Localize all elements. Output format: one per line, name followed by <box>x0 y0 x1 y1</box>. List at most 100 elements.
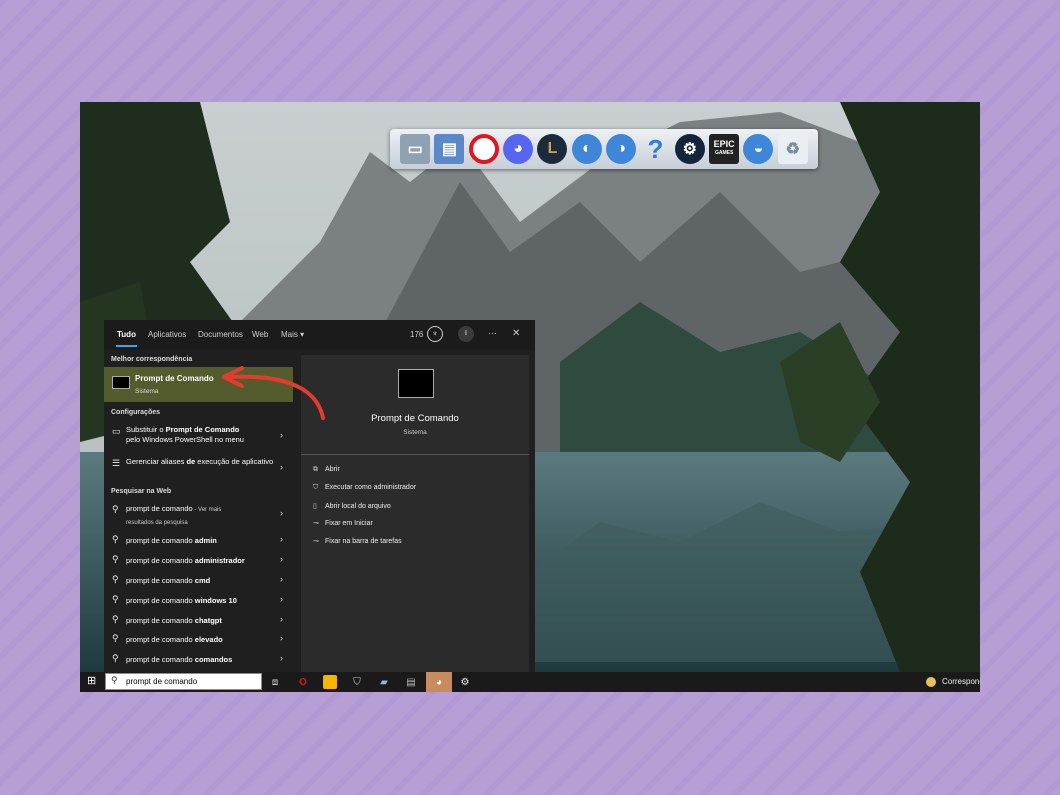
action-label: Executar como administrador <box>325 484 417 491</box>
shield-app-icon[interactable]: ⛉ <box>350 675 364 689</box>
chevron-right-icon: › <box>280 653 283 663</box>
action-label: Abrir local do arquivo <box>325 503 391 510</box>
weather-icon[interactable] <box>926 677 936 687</box>
pin-to-taskbar-action[interactable]: ⊸ Fixar na barra de tarefas <box>313 537 402 545</box>
command-prompt-icon <box>112 376 130 389</box>
search-icon: ⚲ <box>112 504 119 514</box>
app-icon[interactable]: ▰ <box>377 675 391 689</box>
results-list: Melhor correspondência Prompt de Comando… <box>104 350 293 672</box>
app-icon[interactable]: ▤ <box>404 675 418 689</box>
web-result-bold: comandos <box>194 655 233 664</box>
close-icon[interactable]: ✕ <box>512 328 520 339</box>
display-icon: ▭ <box>112 426 121 436</box>
globe-icon[interactable]: ◐ <box>571 134 602 164</box>
file-icon: ▯ <box>313 503 317 510</box>
detail-title: Prompt de Comando <box>371 413 459 424</box>
web-result-item[interactable]: ⚲ prompt de comando cmd › <box>104 570 293 590</box>
web-result-item[interactable]: ⚲ prompt de comando - Ver mais resultado… <box>104 500 293 526</box>
shield-icon: ⛉ <box>313 484 319 491</box>
chevron-right-icon: › <box>280 554 283 564</box>
avatar[interactable]: I <box>458 326 474 342</box>
search-icon: ⚲ <box>112 614 119 624</box>
icon-dock: ▭ ▤ ◕ L ◐ ◑ ? ⚙ EPIC GAMES ◒ ♻ <box>390 129 818 169</box>
file-explorer-icon[interactable] <box>323 675 337 689</box>
rewards-icon[interactable]: ♆ <box>427 326 443 342</box>
settings-gear-icon[interactable]: ⚙ <box>458 675 472 689</box>
epic-games-icon[interactable]: EPIC GAMES <box>709 134 740 164</box>
web-result-line2: resultados da pesquisa <box>126 520 188 526</box>
tab-documents[interactable]: Documentos <box>198 330 243 339</box>
recycle-bin-icon[interactable]: ♻ <box>777 134 808 164</box>
setting-item[interactable]: ☰ Gerenciar aliases de execução de aplic… <box>104 454 293 480</box>
best-match-heading: Melhor correspondência <box>111 356 193 363</box>
web-result-item[interactable]: ⚲ prompt de comando windows 10 › <box>104 590 293 610</box>
tab-more[interactable]: Mais ▾ <box>281 330 304 339</box>
web-result-item[interactable]: ⚲ prompt de comando chatgpt › <box>104 610 293 630</box>
best-match-subtitle: Sistema <box>135 388 159 395</box>
search-panel: Tudo Aplicativos Documentos Web Mais ▾ 1… <box>104 320 535 672</box>
action-label: Fixar na barra de tarefas <box>325 538 402 545</box>
globe-icon[interactable]: ◒ <box>743 134 774 164</box>
web-result-bold: admin <box>194 536 217 545</box>
web-result-text: prompt de comando <box>126 616 195 625</box>
run-as-admin-action[interactable]: ⛉ Executar como administrador <box>313 484 416 492</box>
search-icon: ⚲ <box>112 574 119 584</box>
chevron-right-icon: › <box>280 462 283 472</box>
chevron-right-icon: › <box>280 594 283 604</box>
best-match-item[interactable]: Prompt de Comando Sistema <box>104 367 293 402</box>
taskbar-search-box[interactable]: ⚲ prompt de comando <box>105 673 262 690</box>
settings-heading: Configurações <box>111 409 161 416</box>
setting-text-bold: de <box>186 457 196 466</box>
detail-pane: Prompt de Comando Sistema ⧉ Abrir ⛉ Execut… <box>301 355 529 672</box>
web-result-bold: administrador <box>194 556 245 565</box>
web-search-heading: Pesquisar na Web <box>111 488 172 495</box>
web-result-text: prompt de comando <box>126 576 195 585</box>
setting-text: Substituir o <box>126 425 166 434</box>
web-result-item[interactable]: ⚲ prompt de comando admin › <box>104 530 293 550</box>
web-result-item[interactable]: ⚲ prompt de comando comandos › <box>104 649 293 669</box>
chevron-right-icon: › <box>280 534 283 544</box>
folder-icon[interactable]: ▤ <box>434 134 465 164</box>
web-result-text: prompt de comando <box>126 556 195 565</box>
open-file-location-action[interactable]: ▯ Abrir local do arquivo <box>313 502 391 510</box>
active-tab-indicator <box>116 345 137 347</box>
open-action[interactable]: ⧉ Abrir <box>313 466 340 474</box>
tray-text[interactable]: Correspond <box>942 677 980 686</box>
search-tabs-bar: Tudo Aplicativos Documentos Web Mais ▾ 1… <box>104 320 535 350</box>
command-prompt-large-icon <box>398 369 434 398</box>
search-input[interactable]: prompt de comando <box>126 677 197 686</box>
setting-text-line2: pelo Windows PowerShell no menu <box>126 435 244 444</box>
discord-icon[interactable]: ◕ <box>503 134 534 164</box>
search-icon: ⚲ <box>111 675 118 685</box>
help-icon[interactable]: ? <box>640 134 670 164</box>
opera-icon[interactable]: O <box>296 675 310 689</box>
windows-start-icon[interactable]: ⊞ <box>87 676 98 687</box>
web-result-bold: windows 10 <box>194 596 237 605</box>
discord-taskbar-icon[interactable]: ◕ <box>426 672 452 692</box>
task-view-icon[interactable]: ⧈ <box>268 675 282 689</box>
setting-item[interactable]: ▭ Substituir o Prompt de Comando pelo Wi… <box>104 422 293 448</box>
setting-text-bold: Prompt de Comando <box>165 425 240 434</box>
tab-apps[interactable]: Aplicativos <box>148 330 186 339</box>
pin-to-start-action[interactable]: ⊸ Fixar em Iniciar <box>313 519 373 527</box>
setting-text-rest: execução de aplicativo <box>195 457 274 466</box>
tab-all[interactable]: Tudo <box>117 330 136 339</box>
tab-web[interactable]: Web <box>252 330 268 339</box>
chevron-right-icon: › <box>280 633 283 643</box>
globe-icon[interactable]: ◑ <box>606 134 637 164</box>
web-result-item[interactable]: ⚲ prompt de comando elevado › <box>104 629 293 649</box>
setting-text: Gerenciar aliases <box>126 457 187 466</box>
epic-label: EPIC <box>713 139 735 149</box>
web-result-item[interactable]: ⚲ prompt de comando administrador › <box>104 550 293 570</box>
computer-icon[interactable]: ▭ <box>400 134 431 164</box>
action-label: Fixar em Iniciar <box>325 520 373 527</box>
league-of-legends-icon[interactable]: L <box>537 134 568 164</box>
more-options-icon[interactable]: ··· <box>488 328 497 338</box>
search-icon: ⚲ <box>112 653 119 663</box>
opera-icon[interactable] <box>468 134 499 164</box>
best-match-title: Prompt de Comando <box>135 374 214 383</box>
rewards-points[interactable]: 176 <box>410 330 423 339</box>
steam-icon[interactable]: ⚙ <box>674 134 705 164</box>
chevron-right-icon: › <box>280 508 283 518</box>
web-result-text: prompt de comando <box>126 596 195 605</box>
